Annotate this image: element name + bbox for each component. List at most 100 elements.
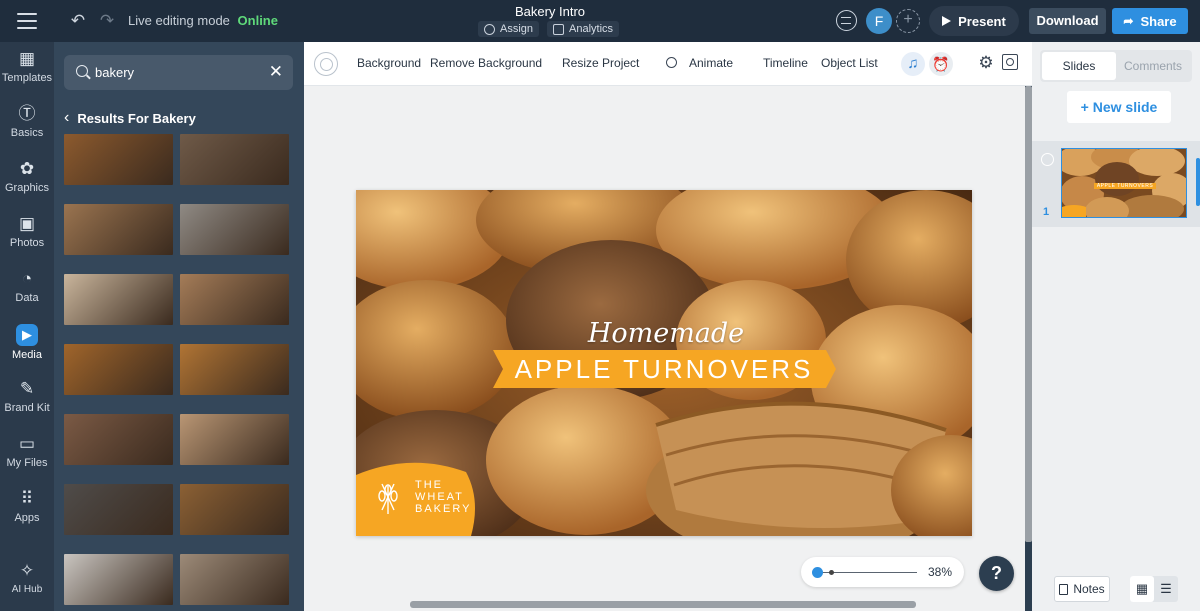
media-icon: ▶ [16,324,38,346]
nav-templates[interactable]: ▦ Templates [0,42,54,92]
nav-ai-hub[interactable]: ✧ AI Hub [0,554,54,604]
avatar[interactable]: F [866,8,892,34]
clock-icon[interactable]: ⏰ [929,52,953,76]
remove-background-button[interactable]: Remove Background [430,56,542,70]
banner-heading[interactable]: APPLE TURNOVERS [492,354,836,385]
nav-label: Media [12,349,42,361]
notes-button[interactable]: Notes [1054,576,1110,602]
photo-result-thumbnail[interactable] [180,134,289,185]
slide-number: 1 [1043,206,1050,218]
animate-button[interactable]: Animate [689,56,733,70]
download-button[interactable]: Download [1029,8,1106,34]
share-button[interactable]: ➦ Share [1112,8,1188,34]
notes-label: Notes [1073,582,1105,596]
slide-menu-icon[interactable] [1041,153,1054,166]
left-nav: ▦ Templates Ⓣ Basics ✿ Graphics ▣ Photos… [0,42,54,611]
vertical-scrollbar[interactable] [1025,86,1032,542]
frame-icon[interactable] [1002,54,1018,70]
search-value: bakery [95,65,135,80]
nav-label: Graphics [4,182,50,194]
sparkle-icon: ✧ [19,561,35,580]
basics-icon: Ⓣ [18,104,36,123]
tab-slides[interactable]: Slides [1042,52,1116,80]
photo-result-thumbnail[interactable] [180,484,289,535]
horizontal-scrollbar[interactable] [410,601,916,608]
online-status: Online [237,13,278,28]
nav-data[interactable]: ◔ Data [0,262,54,312]
notes-icon [1059,583,1069,595]
menu-icon[interactable] [17,13,37,29]
photo-result-thumbnail[interactable] [180,274,289,325]
new-slide-button[interactable]: + New slide [1067,91,1171,123]
photo-result-thumbnail[interactable] [64,274,173,325]
assign-label: Assign [500,23,534,35]
photo-result-thumbnail[interactable] [180,414,289,465]
nav-apps[interactable]: ⠿ Apps [0,482,54,532]
photo-result-thumbnail[interactable] [64,134,173,185]
analytics-button[interactable]: Analytics [547,21,620,37]
brand-name[interactable]: THE WHEAT BAKERY [415,479,471,515]
redo-icon[interactable]: ↷ [97,11,117,31]
photo-result-thumbnail[interactable] [180,204,289,255]
object-list-button[interactable]: Object List [821,56,878,70]
share-label: Share [1140,13,1177,29]
results-heading[interactable]: ‹ Results For Bakery [64,109,196,127]
slide-canvas[interactable]: Homemade APPLE TURNOVERS THE WHEAT BAKER… [356,190,972,536]
photo-result-thumbnail[interactable] [64,554,173,605]
search-icon [76,65,88,77]
slides-scrollbar[interactable] [1196,158,1200,206]
brand-line: BAKERY [415,503,472,515]
nav-label: My Files [6,457,48,469]
add-collaborator-icon[interactable]: + [896,9,920,33]
resize-project-button[interactable]: Resize Project [562,56,639,70]
nav-photos[interactable]: ▣ Photos [0,207,54,257]
photo-result-thumbnail[interactable] [64,204,173,255]
list-view-icon[interactable]: ☰ [1154,576,1178,602]
photo-result-thumbnail[interactable] [64,484,173,535]
background-button[interactable]: Background [357,56,421,70]
undo-icon[interactable]: ↶ [68,11,88,31]
project-title[interactable]: Bakery Intro [500,4,600,19]
nav-my-files[interactable]: ▭ My Files [0,427,54,477]
results-grid [64,134,290,611]
zoom-slider-knob[interactable] [812,567,823,578]
nav-media[interactable]: ▶ Media [0,317,54,367]
zoom-marker [829,570,834,575]
slides-panel: Slides Comments + New slide 1 APPLE TURN… [1032,42,1200,611]
app-window: ↶ ↷ Live editing mode Online Bakery Intr… [0,0,1200,611]
nav-label: Templates [1,72,53,84]
chat-icon[interactable] [836,10,857,31]
slide-list-item[interactable]: 1 APPLE TURNOVERS [1032,141,1200,227]
apps-icon: ⠿ [20,489,34,508]
mode-label: Live editing mode [128,13,230,28]
help-button[interactable]: ? [979,556,1014,591]
search-input[interactable]: bakery ✕ [64,55,293,90]
data-icon: ◔ [21,269,33,288]
present-button[interactable]: Present [929,6,1019,36]
nav-label: Photos [9,237,45,249]
close-icon[interactable]: ✕ [269,62,283,82]
editing-mode-status: Live editing mode Online [128,13,278,28]
tab-comments[interactable]: Comments [1116,52,1190,80]
photo-result-thumbnail[interactable] [180,554,289,605]
folder-icon: ▭ [18,434,36,453]
nav-graphics[interactable]: ✿ Graphics [0,152,54,202]
brand-line: WHEAT [415,491,464,503]
timeline-button[interactable]: Timeline [763,56,808,70]
element-icon [314,52,338,76]
slide-thumbnail[interactable]: APPLE TURNOVERS [1061,148,1187,218]
nav-label: AI Hub [11,584,43,595]
photo-result-thumbnail[interactable] [64,344,173,395]
photos-icon: ▣ [18,214,36,233]
nav-brand-kit[interactable]: ✎ Brand Kit [0,372,54,422]
photo-result-thumbnail[interactable] [180,344,289,395]
script-heading[interactable]: Homemade [586,318,746,349]
nav-basics[interactable]: Ⓣ Basics [0,97,54,147]
gear-icon[interactable]: ⚙ [976,53,996,73]
zoom-value[interactable]: 38% [928,565,952,579]
music-icon[interactable]: ♫ [901,52,925,76]
assign-button[interactable]: Assign [478,21,540,37]
chevron-left-icon: ‹ [64,109,70,126]
grid-view-icon[interactable]: ▦ [1130,576,1154,602]
photo-result-thumbnail[interactable] [64,414,173,465]
